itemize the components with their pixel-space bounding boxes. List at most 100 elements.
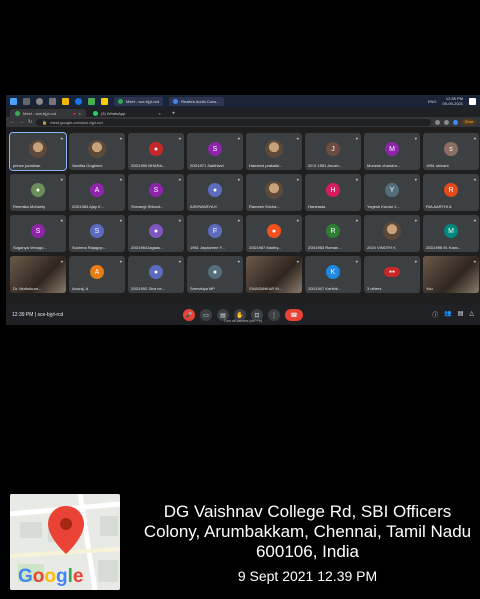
address-bar[interactable]: 🔒 meet.google.com/sce-bjyt-rcd bbox=[36, 118, 432, 126]
participant-avatar-icon: ● bbox=[267, 224, 281, 239]
sticky-notes-icon[interactable] bbox=[101, 97, 108, 105]
participant-avatar-icon: ● bbox=[149, 265, 163, 280]
back-icon[interactable]: ← bbox=[10, 119, 15, 125]
participant-tile[interactable]: s ⌖ 1961 shivani bbox=[423, 133, 479, 170]
participant-tile[interactable]: ⌖ Vanitha Gogineni bbox=[69, 133, 125, 170]
participant-tile[interactable]: R ⌖ RIA AARTHI A bbox=[423, 174, 479, 211]
participant-name: 20D1983 Raman... bbox=[308, 245, 342, 250]
mic-muted-icon: ⌖ bbox=[414, 177, 417, 182]
participant-tile[interactable]: S ⌖ Suganya Venugo... bbox=[10, 215, 66, 252]
url-text: meet.google.com/sce-bjyt-rcd bbox=[50, 119, 103, 125]
profile-error-pill[interactable]: Error bbox=[462, 119, 476, 125]
microphone-off-button[interactable]: 🎤 bbox=[183, 309, 195, 321]
participant-tile[interactable]: S ⌖ 20D1971 Sakthivel bbox=[187, 133, 243, 170]
chrome-icon[interactable] bbox=[75, 97, 82, 105]
participant-avatar: H bbox=[326, 183, 340, 198]
camera-permission-icon[interactable] bbox=[435, 119, 441, 125]
participant-tile[interactable]: R ⌖ 20D1983 Raman... bbox=[305, 215, 361, 252]
system-clock[interactable]: 12:39 PM 09-09-2021 bbox=[443, 96, 463, 106]
participant-tile[interactable]: ● ⌖ Sreevidya MP bbox=[187, 256, 243, 293]
participant-name: 1961 Jayashree F... bbox=[190, 245, 225, 250]
participant-name: RIA AARTHI A bbox=[426, 204, 452, 209]
participant-name: Harshada bbox=[308, 204, 326, 209]
participant-tile[interactable]: ● ⌖ AISHWARYA K bbox=[187, 174, 243, 211]
taskbar-app-meet[interactable]: Meet - sce-bjyt-rcd bbox=[114, 96, 164, 106]
participant-avatar-icon: ● bbox=[208, 265, 222, 280]
mic-muted-icon: ⌖ bbox=[119, 136, 122, 141]
more-options-button[interactable]: ⋮ bbox=[268, 309, 280, 321]
participant-photo bbox=[88, 140, 106, 159]
participant-name: Anuraj. A bbox=[72, 286, 89, 291]
mic-muted-icon: ⌖ bbox=[473, 177, 476, 182]
participant-tile[interactable]: A ⌖ Anuraj. A bbox=[69, 256, 125, 293]
participant-tile[interactable]: ⌖ prince jonathan bbox=[9, 132, 67, 171]
participant-tile[interactable]: M ⌖ Monesh chandra... bbox=[364, 133, 420, 170]
taskbar-app-realtek[interactable]: Realtek Audio Cons... bbox=[169, 96, 224, 106]
mic-muted-icon: ⌖ bbox=[60, 259, 63, 264]
profile-avatar[interactable] bbox=[453, 119, 459, 125]
participant-tile[interactable]: J ⌖ 20 D 1981 Anush... bbox=[305, 133, 361, 170]
participant-name: 20D1964Jagaas... bbox=[131, 245, 164, 250]
participant-tile[interactable]: H ⌖ Harshada bbox=[305, 174, 361, 211]
participant-tile[interactable]: K ⌖ 20D1907 Karthik... bbox=[305, 256, 361, 293]
participant-tile[interactable]: M ⌖ 20D1996 M. Kanc... bbox=[423, 215, 479, 252]
notification-icon[interactable] bbox=[469, 97, 476, 105]
others-avatars: ●● bbox=[384, 267, 400, 278]
participant-tile[interactable]: ● ⌖ Reemika Mohanty bbox=[10, 174, 66, 211]
participant-tile[interactable]: A ⌖ 20D1984 Ajay K... bbox=[69, 174, 125, 211]
participant-tile[interactable]: ⌖ You bbox=[423, 256, 479, 293]
participant-tile[interactable]: ● ⌖ 20D1964Jagaas... bbox=[128, 215, 184, 252]
participant-avatar: s bbox=[444, 142, 458, 157]
participant-tile[interactable]: Y ⌖ Yogesh Kumar J... bbox=[364, 174, 420, 211]
language-indicator[interactable]: ENG bbox=[428, 99, 437, 104]
participant-tile[interactable]: ● ⌖ 20D1990 BHARA... bbox=[128, 133, 184, 170]
meeting-details-icon[interactable]: ⓘ bbox=[432, 310, 438, 319]
participant-tile[interactable]: ⌖ Hameed prakalki... bbox=[246, 133, 302, 170]
cortana-icon[interactable] bbox=[36, 97, 43, 105]
participant-avatar-icon: ● bbox=[31, 183, 45, 198]
chat-icon[interactable]: ▤ bbox=[458, 310, 464, 319]
search-icon[interactable] bbox=[23, 97, 30, 105]
activities-icon[interactable]: △ bbox=[469, 310, 474, 319]
task-view-icon[interactable] bbox=[49, 97, 56, 105]
participant-avatar: S bbox=[208, 142, 222, 157]
end-call-button[interactable]: ☎ bbox=[285, 309, 303, 321]
teams-icon[interactable] bbox=[88, 97, 95, 105]
file-explorer-icon[interactable] bbox=[62, 97, 69, 105]
participant-tile[interactable]: S ⌖ Shivangi Srikant... bbox=[128, 174, 184, 211]
participant-tile[interactable]: ● ⌖ 20D1992 Siva ne... bbox=[128, 256, 184, 293]
participant-photo bbox=[29, 140, 47, 159]
meeting-time-code: 12:39 PM | sce-bjyt-rcd bbox=[12, 312, 64, 318]
participant-tile[interactable]: F ⌖ 1961 Jayashree F... bbox=[187, 215, 243, 252]
tab-label: (3) WhatsApp bbox=[100, 110, 126, 116]
mic-muted-icon: ⌖ bbox=[178, 177, 181, 182]
participant-tile[interactable]: ⌖ Dr. Muthukum... bbox=[10, 256, 66, 293]
new-tab-icon[interactable]: + bbox=[168, 111, 180, 117]
mic-muted-icon: ⌖ bbox=[178, 259, 181, 264]
reload-icon[interactable]: ↻ bbox=[28, 119, 32, 125]
mic-muted-icon: ⌖ bbox=[355, 218, 358, 223]
tab-whatsapp[interactable]: (3) WhatsApp × bbox=[88, 109, 166, 117]
participant-tile[interactable]: ●● ⌖ 3 others bbox=[364, 256, 420, 293]
participant-grid: ⌖ prince jonathan ⌖ Vanitha Gogineni ● ⌖ 20D19… bbox=[9, 132, 480, 293]
tab-meet[interactable]: Meet - sce-bjyt-rcd ● × bbox=[10, 109, 86, 117]
star-icon[interactable] bbox=[444, 119, 450, 125]
windows-start-icon[interactable] bbox=[10, 97, 17, 105]
close-tab-icon[interactable]: × bbox=[79, 111, 81, 116]
realtek-icon bbox=[173, 98, 179, 104]
mic-muted-icon: ⌖ bbox=[237, 177, 240, 182]
participant-tile[interactable]: ⌖ 2024 VINOTH K bbox=[364, 215, 420, 252]
whatsapp-favicon-icon bbox=[92, 110, 98, 116]
participant-tile[interactable]: ⌖ SIVASANKAR M... bbox=[246, 256, 302, 293]
people-icon[interactable]: 👥 bbox=[444, 310, 451, 319]
forward-icon[interactable]: → bbox=[19, 119, 24, 125]
participant-tile[interactable]: ⌖ Ramesh Sricha... bbox=[246, 174, 302, 211]
participant-tile[interactable]: S ⌖ Sushma Rajagop... bbox=[69, 215, 125, 252]
participant-avatar: S bbox=[149, 183, 163, 198]
camera-tooltip: Turn off camera (ctrl + e) bbox=[223, 319, 263, 323]
camera-button[interactable]: ▭ bbox=[200, 309, 212, 321]
participant-name: 20D1967 Madhy... bbox=[249, 245, 282, 250]
close-tab-icon[interactable]: × bbox=[158, 111, 160, 116]
participant-name: 20D1984 Ajay K... bbox=[72, 204, 105, 209]
participant-tile[interactable]: ● ⌖ 20D1967 Madhy... bbox=[246, 215, 302, 252]
